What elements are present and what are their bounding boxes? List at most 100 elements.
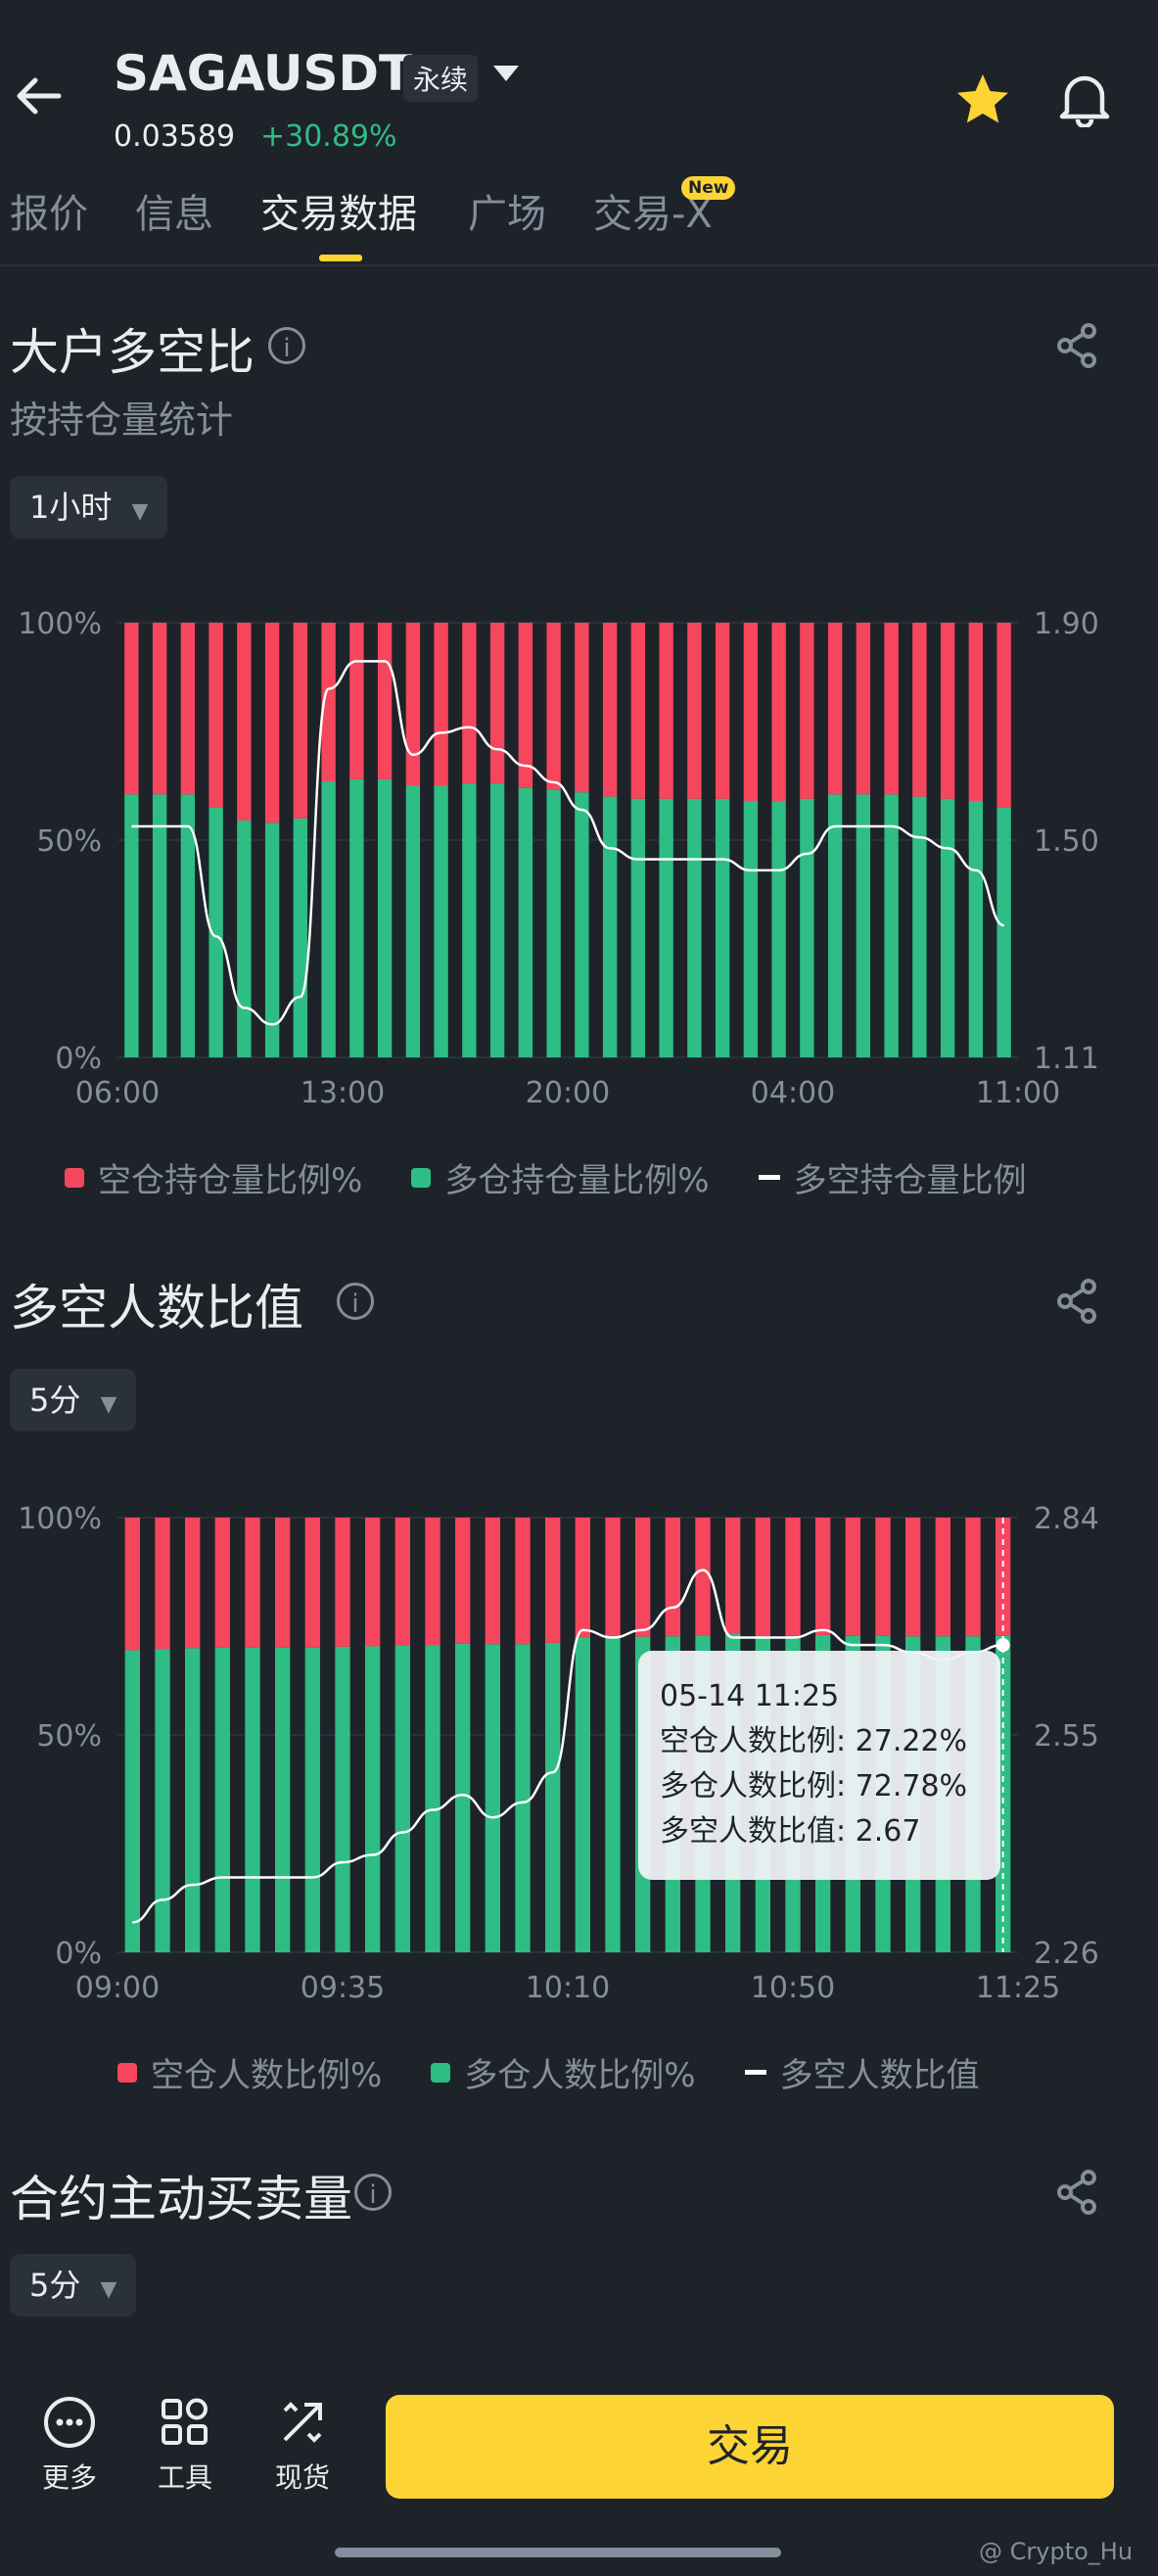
bar-short [845,1518,860,1636]
bar-short [365,1518,381,1647]
tab-square[interactable]: 广场 [468,182,546,239]
bar-long [771,801,786,1057]
bar-short [827,623,843,795]
bar-long [304,1647,320,1952]
caret-down-icon: ▼ [100,1392,117,1417]
caret-down-icon: ▼ [100,2277,117,2302]
tab-info[interactable]: 信息 [135,182,213,239]
share-icon[interactable] [1055,1279,1098,1328]
bar-short [335,1518,350,1647]
bar-short [884,623,899,795]
caret-down-icon: ▼ [131,499,149,524]
bar-short [425,1518,440,1646]
bar-short [743,623,759,802]
x-tick-label: 13:00 [301,1076,385,1110]
x-tick-label: 09:00 [75,1971,160,2005]
bar-short [124,1518,140,1651]
info-icon[interactable]: i [354,2174,392,2211]
interval-label: 5分 [29,2267,81,2304]
bar-long [275,1647,291,1952]
tools-label: 工具 [157,2461,212,2494]
crosshair-dot [996,1638,1010,1653]
bar-long [545,1642,561,1952]
x-tick-label: 09:35 [301,1971,385,2005]
bar-long [124,794,139,1057]
bar-short [208,623,223,808]
bar-long [365,1646,381,1952]
bar-short [515,1518,531,1645]
bar-long [856,794,871,1057]
back-button[interactable] [14,76,63,116]
bar-long [462,783,477,1057]
spot-button[interactable]: 现货 [258,2395,347,2496]
trade-label: 交易 [707,2421,793,2471]
share-icon[interactable] [1055,323,1098,372]
tab-trading-data[interactable]: 交易数据 [260,182,417,239]
bar-short [434,623,448,786]
bar-short [349,623,364,779]
bar-long [485,1644,500,1952]
active-tab-indicator [319,255,362,261]
bar-short [518,623,533,788]
legend-label-ratio: 多空持仓量比例 [793,1161,1027,1200]
bar-short [124,623,139,795]
share-icon[interactable] [1055,2170,1098,2219]
tooltip-long: 多仓人数比例: 72.78% [660,1769,968,1803]
bar-long [546,789,561,1057]
interval-label: 1小时 [29,489,113,526]
bar-short [304,1518,320,1648]
y-tick-right: 2.84 [1034,1502,1099,1536]
bar-short [180,623,196,795]
bar-short [815,1518,831,1635]
more-button[interactable]: 更多 [25,2395,114,2496]
info-icon[interactable]: i [337,1283,374,1320]
bar-long [377,778,393,1057]
interval-dropdown[interactable]: 5分 ▼ [10,2254,137,2317]
legend-label-short: 空仓持仓量比例% [98,1161,363,1200]
bar-short [715,623,730,799]
back-arrow-icon [17,77,62,115]
y-tick-right: 1.11 [1034,1042,1099,1076]
legend-swatch-short [117,2062,137,2083]
home-indicator [335,2548,781,2557]
more-icon [44,2397,95,2448]
bar-long [455,1643,471,1952]
interval-dropdown[interactable]: 1小时 ▼ [10,476,168,539]
y-tick-left: 0% [55,1042,102,1076]
symbol-title[interactable]: SAGAUSDT [114,45,412,102]
chart-top-trader-ratio[interactable]: 0% 50% 100% 1.11 1.50 1.90 06:00 13:00 20:00 04:0… [0,597,1158,1116]
x-tick-label: 11:25 [976,1971,1060,2005]
bar-long [124,1650,140,1952]
bar-short [940,623,955,799]
bar-short [755,1518,770,1637]
tools-button[interactable]: 工具 [141,2395,229,2496]
bar-long [152,794,167,1057]
bar-long [630,798,646,1057]
bell-icon[interactable] [1055,70,1114,131]
tab-quote[interactable]: 报价 [10,182,88,239]
section-subtitle: 按持仓量统计 [10,398,234,442]
star-icon[interactable] [955,72,1010,129]
bar-short [462,623,477,784]
bar-short [394,1518,410,1646]
bar-short [996,623,1011,808]
trade-button[interactable]: 交易 [386,2395,1114,2499]
bar-long [518,787,533,1057]
info-icon[interactable]: i [268,327,305,364]
bar-short [635,1518,651,1637]
ratio-line [131,660,1005,1026]
bar-short [602,623,618,797]
legend-swatch-short [65,1167,84,1188]
bar-long [489,783,505,1057]
caret-down-icon[interactable] [491,63,521,88]
bar-short [489,623,505,784]
x-tick-label: 06:00 [75,1076,160,1110]
watermark: @ Crypto_Hu [979,2538,1134,2565]
bar-long [800,798,814,1057]
tooltip-ratio: 多空人数比值: 2.67 [660,1814,921,1849]
tooltip-time: 05-14 11:25 [660,1679,840,1713]
x-tick-label: 11:00 [976,1076,1060,1110]
interval-dropdown[interactable]: 5分 ▼ [10,1369,137,1431]
bar-short [185,1518,201,1649]
bar-long [155,1649,170,1952]
